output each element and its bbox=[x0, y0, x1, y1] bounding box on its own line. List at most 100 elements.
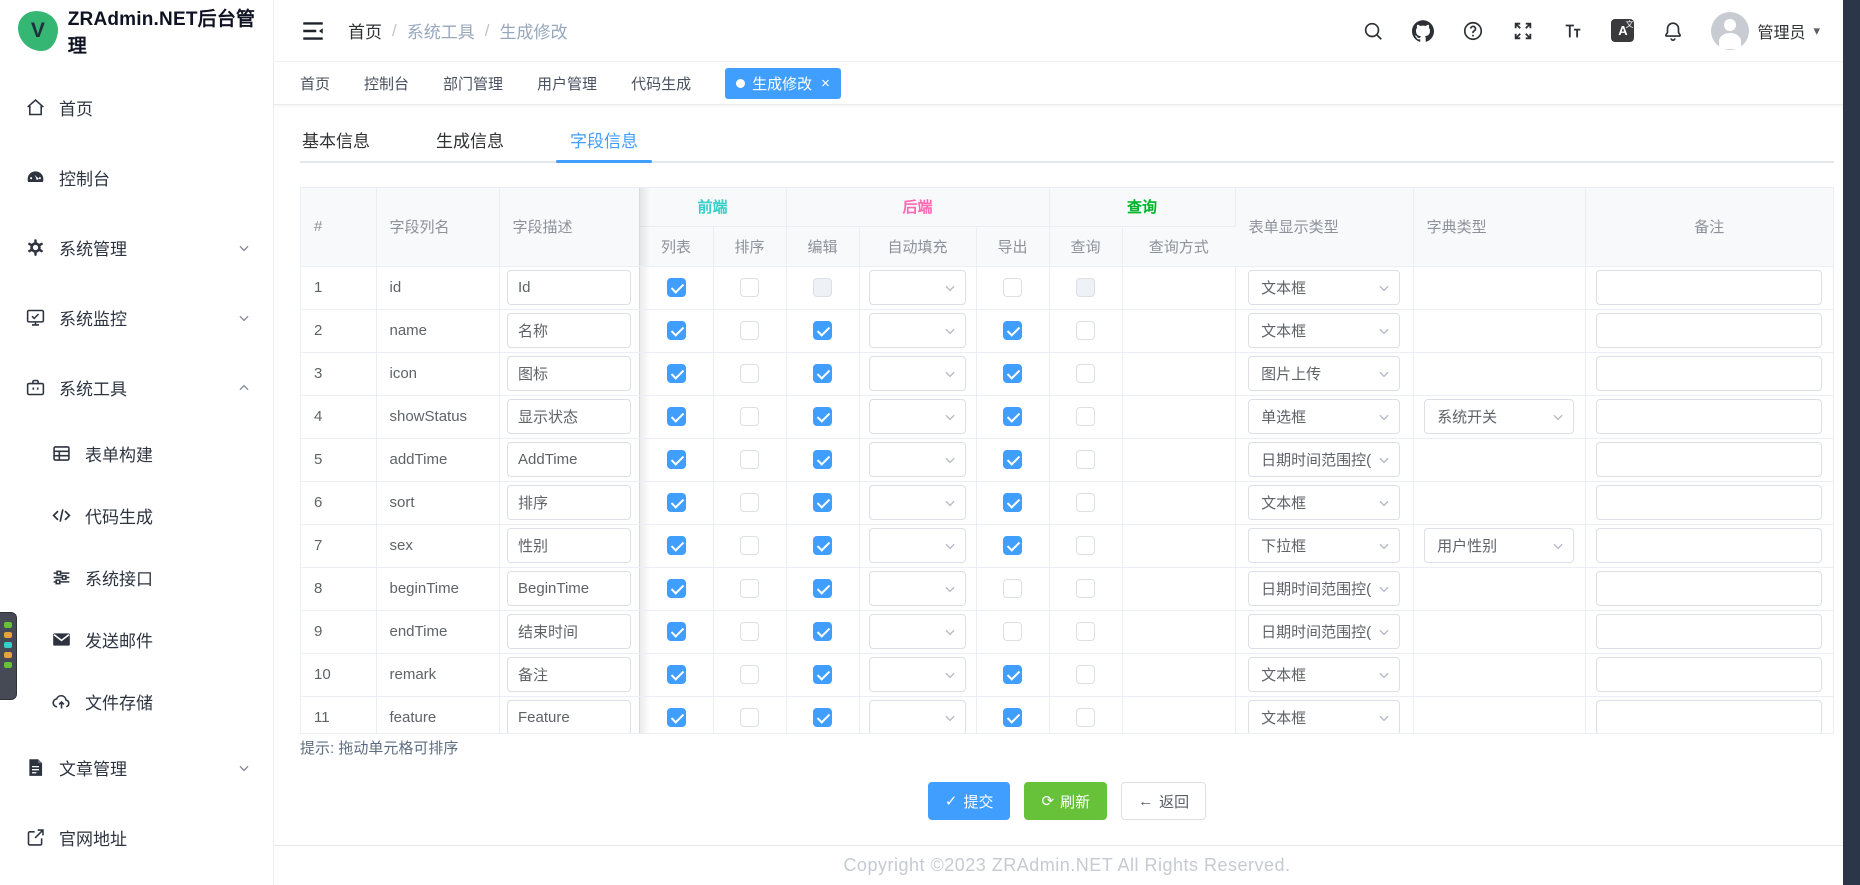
column-desc-input[interactable] bbox=[507, 571, 631, 606]
user-menu[interactable]: 管理员 ▾ bbox=[1711, 12, 1820, 50]
sidebar-item-send-mail[interactable]: 发送邮件 bbox=[0, 608, 273, 670]
edit-checkbox[interactable] bbox=[813, 708, 832, 727]
column-desc-input[interactable] bbox=[507, 528, 631, 563]
column-desc-input[interactable] bbox=[507, 399, 631, 434]
sidebar-item-system-mgmt[interactable]: 系统管理 bbox=[0, 212, 273, 282]
sort-checkbox[interactable] bbox=[740, 278, 759, 297]
remark-input[interactable] bbox=[1596, 442, 1822, 477]
dict-type-select[interactable]: 用户性别 bbox=[1424, 528, 1574, 563]
refresh-button[interactable]: ⟳刷新 bbox=[1024, 782, 1107, 820]
sidebar-item-code-gen[interactable]: 代码生成 bbox=[0, 484, 273, 546]
query-checkbox[interactable] bbox=[1076, 665, 1095, 684]
sidebar-item-system-api[interactable]: 系统接口 bbox=[0, 546, 273, 608]
back-button[interactable]: ←返回 bbox=[1121, 782, 1206, 820]
edit-checkbox[interactable] bbox=[813, 407, 832, 426]
display-type-select[interactable]: 日期时间范围控( bbox=[1248, 571, 1400, 606]
list-checkbox[interactable] bbox=[667, 450, 686, 469]
remark-input[interactable] bbox=[1596, 700, 1822, 734]
query-checkbox[interactable] bbox=[1076, 407, 1095, 426]
edit-checkbox[interactable] bbox=[813, 579, 832, 598]
query-checkbox[interactable] bbox=[1076, 536, 1095, 555]
edit-checkbox[interactable] bbox=[813, 364, 832, 383]
language-icon[interactable]: A文 bbox=[1611, 19, 1634, 42]
autofill-select[interactable] bbox=[869, 313, 966, 348]
page-scrollbar[interactable] bbox=[1843, 0, 1860, 885]
edit-checkbox[interactable] bbox=[813, 622, 832, 641]
list-checkbox[interactable] bbox=[667, 665, 686, 684]
remark-input[interactable] bbox=[1596, 485, 1822, 520]
query-checkbox[interactable] bbox=[1076, 622, 1095, 641]
edit-checkbox[interactable] bbox=[813, 321, 832, 340]
tag-gen-edit-active[interactable]: 生成修改 × bbox=[725, 68, 841, 99]
list-checkbox[interactable] bbox=[667, 364, 686, 383]
search-icon[interactable] bbox=[1361, 19, 1384, 42]
export-checkbox[interactable] bbox=[1003, 622, 1022, 641]
fullscreen-icon[interactable] bbox=[1511, 19, 1534, 42]
sort-checkbox[interactable] bbox=[740, 364, 759, 383]
export-checkbox[interactable] bbox=[1003, 407, 1022, 426]
autofill-select[interactable] bbox=[869, 571, 966, 606]
display-type-select[interactable]: 文本框 bbox=[1248, 313, 1400, 348]
close-icon[interactable]: × bbox=[821, 76, 830, 91]
sort-checkbox[interactable] bbox=[740, 622, 759, 641]
sort-checkbox[interactable] bbox=[740, 665, 759, 684]
export-checkbox[interactable] bbox=[1003, 364, 1022, 383]
help-icon[interactable] bbox=[1461, 19, 1484, 42]
query-checkbox[interactable] bbox=[1076, 321, 1095, 340]
autofill-select[interactable] bbox=[869, 657, 966, 692]
sort-checkbox[interactable] bbox=[740, 536, 759, 555]
dict-type-select[interactable]: 系统开关 bbox=[1424, 399, 1574, 434]
export-checkbox[interactable] bbox=[1003, 665, 1022, 684]
list-checkbox[interactable] bbox=[667, 278, 686, 297]
logo-area[interactable]: V ZRAdmin.NET后台管理 bbox=[0, 0, 273, 62]
tag-console[interactable]: 控制台 bbox=[364, 73, 409, 94]
query-checkbox[interactable] bbox=[1076, 278, 1095, 297]
breadcrumb-system-tools[interactable]: 系统工具 bbox=[407, 18, 475, 43]
export-checkbox[interactable] bbox=[1003, 321, 1022, 340]
export-checkbox[interactable] bbox=[1003, 278, 1022, 297]
tag-user-mgmt[interactable]: 用户管理 bbox=[537, 73, 597, 94]
edit-checkbox[interactable] bbox=[813, 493, 832, 512]
display-type-select[interactable]: 文本框 bbox=[1248, 485, 1400, 520]
sort-checkbox[interactable] bbox=[740, 708, 759, 727]
sort-checkbox[interactable] bbox=[740, 321, 759, 340]
display-type-select[interactable]: 单选框 bbox=[1248, 399, 1400, 434]
sidebar-item-official-site[interactable]: 官网地址 bbox=[0, 802, 273, 872]
query-checkbox[interactable] bbox=[1076, 364, 1095, 383]
list-checkbox[interactable] bbox=[667, 407, 686, 426]
tag-code-gen[interactable]: 代码生成 bbox=[631, 73, 691, 94]
autofill-select[interactable] bbox=[869, 528, 966, 563]
display-type-select[interactable]: 下拉框 bbox=[1248, 528, 1400, 563]
query-checkbox[interactable] bbox=[1076, 493, 1095, 512]
list-checkbox[interactable] bbox=[667, 622, 686, 641]
sort-checkbox[interactable] bbox=[740, 407, 759, 426]
remark-input[interactable] bbox=[1596, 571, 1822, 606]
remark-input[interactable] bbox=[1596, 657, 1822, 692]
autofill-select[interactable] bbox=[869, 399, 966, 434]
autofill-select[interactable] bbox=[869, 485, 966, 520]
list-checkbox[interactable] bbox=[667, 536, 686, 555]
autofill-select[interactable] bbox=[869, 270, 966, 305]
export-checkbox[interactable] bbox=[1003, 579, 1022, 598]
column-desc-input[interactable] bbox=[507, 356, 631, 391]
display-type-select[interactable]: 文本框 bbox=[1248, 270, 1400, 305]
column-desc-input[interactable] bbox=[507, 270, 631, 305]
export-checkbox[interactable] bbox=[1003, 493, 1022, 512]
column-desc-input[interactable] bbox=[507, 313, 631, 348]
github-icon[interactable] bbox=[1411, 19, 1434, 42]
sidebar-collapse-button[interactable] bbox=[300, 18, 326, 44]
edit-checkbox[interactable] bbox=[813, 536, 832, 555]
sidebar-item-form-builder[interactable]: 表单构建 bbox=[0, 422, 273, 484]
sort-checkbox[interactable] bbox=[740, 450, 759, 469]
autofill-select[interactable] bbox=[869, 700, 966, 734]
floating-widget-handle[interactable] bbox=[0, 612, 17, 700]
list-checkbox[interactable] bbox=[667, 321, 686, 340]
sort-checkbox[interactable] bbox=[740, 493, 759, 512]
column-desc-input[interactable] bbox=[507, 485, 631, 520]
query-checkbox[interactable] bbox=[1076, 708, 1095, 727]
tab-field-info[interactable]: 字段信息 bbox=[568, 121, 640, 161]
display-type-select[interactable]: 文本框 bbox=[1248, 700, 1400, 734]
breadcrumb-home[interactable]: 首页 bbox=[348, 18, 382, 43]
remark-input[interactable] bbox=[1596, 399, 1822, 434]
sidebar-item-home[interactable]: 首页 bbox=[0, 72, 273, 142]
